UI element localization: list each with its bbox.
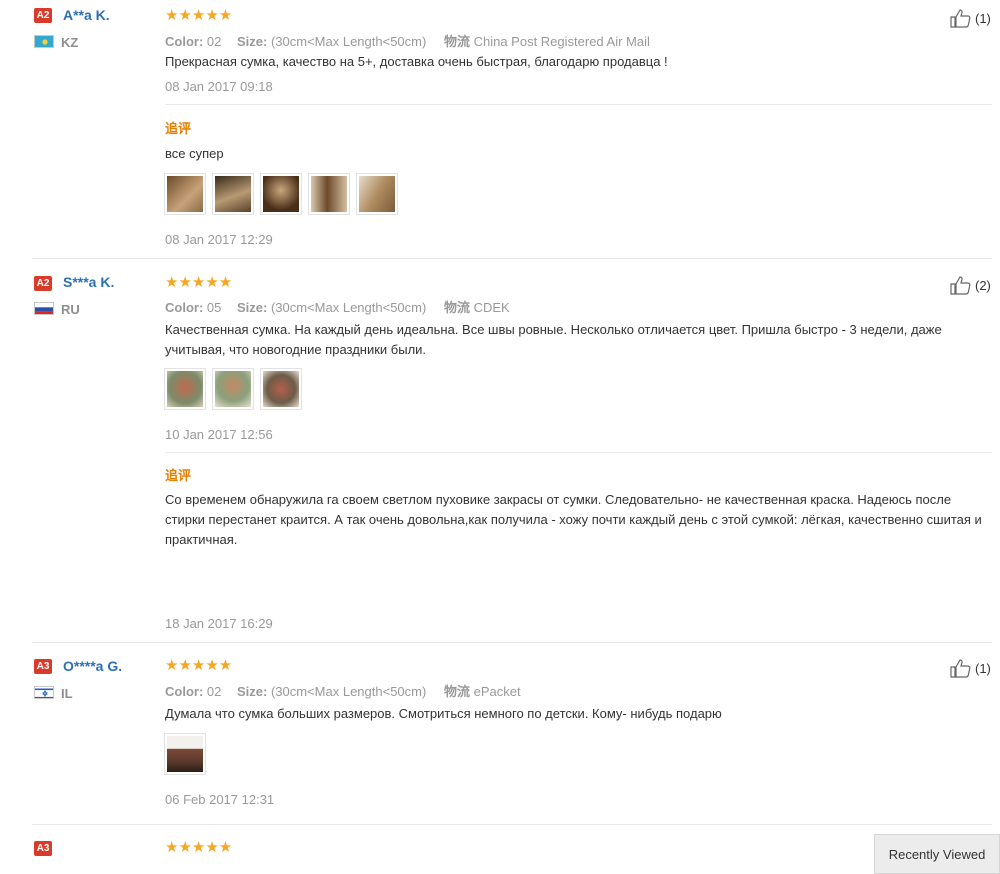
photo-thumbnail[interactable] bbox=[260, 368, 302, 410]
star-rating: ★★★★★ bbox=[165, 7, 233, 24]
additional-feedback-text: Со временем обнаружила га своем светлом … bbox=[165, 492, 982, 547]
color-label: Color: bbox=[165, 684, 204, 699]
color-label: Color: bbox=[165, 300, 204, 315]
review-date: 08 Jan 2017 09:18 bbox=[165, 79, 273, 94]
review-photos bbox=[164, 173, 398, 215]
star-rating: ★★★★★ bbox=[165, 657, 233, 674]
review-photos bbox=[164, 368, 302, 410]
buyer-name[interactable]: O****a G. bbox=[63, 658, 122, 674]
recently-viewed-button[interactable]: Recently Viewed bbox=[874, 834, 1000, 874]
additional-feedback-label: 追评 bbox=[165, 121, 192, 136]
buyer-country: KZ bbox=[61, 35, 79, 50]
shipping-value: ePacket bbox=[473, 684, 521, 699]
helpful-button[interactable]: (1) bbox=[950, 658, 991, 678]
star-rating: ★★★★★ bbox=[165, 274, 233, 291]
buyer-level-badge: A2 bbox=[34, 8, 52, 23]
size-value: (30cm<Max Length<50cm) bbox=[270, 34, 427, 49]
photo-thumbnail[interactable] bbox=[164, 733, 206, 775]
shipping-label: 物流 bbox=[443, 300, 470, 315]
helpful-button[interactable]: (1) bbox=[950, 8, 991, 28]
photo-thumbnail[interactable] bbox=[212, 368, 254, 410]
review-date: 10 Jan 2017 12:56 bbox=[165, 427, 273, 442]
size-label: Size: bbox=[237, 300, 268, 315]
review-text: Качественная сумка. На каждый день идеал… bbox=[165, 322, 942, 357]
color-value: 02 bbox=[206, 684, 222, 699]
divider bbox=[165, 104, 992, 105]
buyer-level-badge: A3 bbox=[34, 841, 52, 856]
buyer-country: RU bbox=[61, 302, 80, 317]
review-separator bbox=[32, 258, 992, 259]
photo-thumbnail[interactable] bbox=[260, 173, 302, 215]
shipping-value: China Post Registered Air Mail bbox=[473, 34, 650, 49]
color-value: 05 bbox=[206, 300, 222, 315]
photo-thumbnail[interactable] bbox=[356, 173, 398, 215]
size-value: (30cm<Max Length<50cm) bbox=[270, 300, 427, 315]
review-photos bbox=[164, 733, 206, 775]
review-date: 06 Feb 2017 12:31 bbox=[165, 792, 275, 807]
photo-thumbnail[interactable] bbox=[164, 368, 206, 410]
size-label: Size: bbox=[237, 34, 268, 49]
star-rating: ★★★★★ bbox=[165, 839, 233, 856]
color-value: 02 bbox=[206, 34, 222, 49]
shipping-label: 物流 bbox=[443, 34, 470, 49]
review-text: Прекрасная сумка, качество на 5+, достав… bbox=[165, 54, 668, 69]
size-value: (30cm<Max Length<50cm) bbox=[270, 684, 427, 699]
additional-feedback-date: 18 Jan 2017 16:29 bbox=[165, 616, 273, 631]
review-separator bbox=[32, 824, 992, 825]
color-label: Color: bbox=[165, 34, 204, 49]
review-separator bbox=[32, 642, 992, 643]
shipping-label: 物流 bbox=[443, 684, 470, 699]
helpful-count: (1) bbox=[975, 10, 991, 26]
additional-feedback-date: 08 Jan 2017 12:29 bbox=[165, 232, 273, 247]
helpful-count: (2) bbox=[975, 277, 991, 293]
flag-ru-icon bbox=[34, 302, 54, 315]
photo-thumbnail[interactable] bbox=[308, 173, 350, 215]
buyer-level-badge: A3 bbox=[34, 659, 52, 674]
thumbs-up-icon bbox=[950, 276, 971, 295]
review-text: Думала что сумка больших размеров. Смотр… bbox=[165, 706, 722, 721]
thumbs-up-icon bbox=[950, 9, 971, 28]
additional-feedback-text: все супер bbox=[165, 146, 224, 161]
helpful-count: (1) bbox=[975, 660, 991, 676]
helpful-button[interactable]: (2) bbox=[950, 275, 991, 295]
photo-thumbnail[interactable] bbox=[164, 173, 206, 215]
flag-kz-icon bbox=[34, 35, 54, 48]
buyer-name[interactable]: S***a K. bbox=[63, 274, 114, 290]
photo-thumbnail[interactable] bbox=[212, 173, 254, 215]
flag-il-icon bbox=[34, 686, 54, 699]
order-info: Color: 02 Size: (30cm<Max Length<50cm) 物… bbox=[165, 31, 650, 50]
order-info: Color: 02 Size: (30cm<Max Length<50cm) 物… bbox=[165, 681, 521, 700]
buyer-country: IL bbox=[61, 686, 73, 701]
order-info: Color: 05 Size: (30cm<Max Length<50cm) 物… bbox=[165, 297, 510, 316]
buyer-name[interactable]: A**a K. bbox=[63, 7, 110, 23]
additional-feedback-label: 追评 bbox=[165, 468, 192, 483]
divider bbox=[165, 452, 992, 453]
buyer-level-badge: A2 bbox=[34, 276, 52, 291]
shipping-value: CDEK bbox=[473, 300, 510, 315]
thumbs-up-icon bbox=[950, 659, 971, 678]
size-label: Size: bbox=[237, 684, 268, 699]
